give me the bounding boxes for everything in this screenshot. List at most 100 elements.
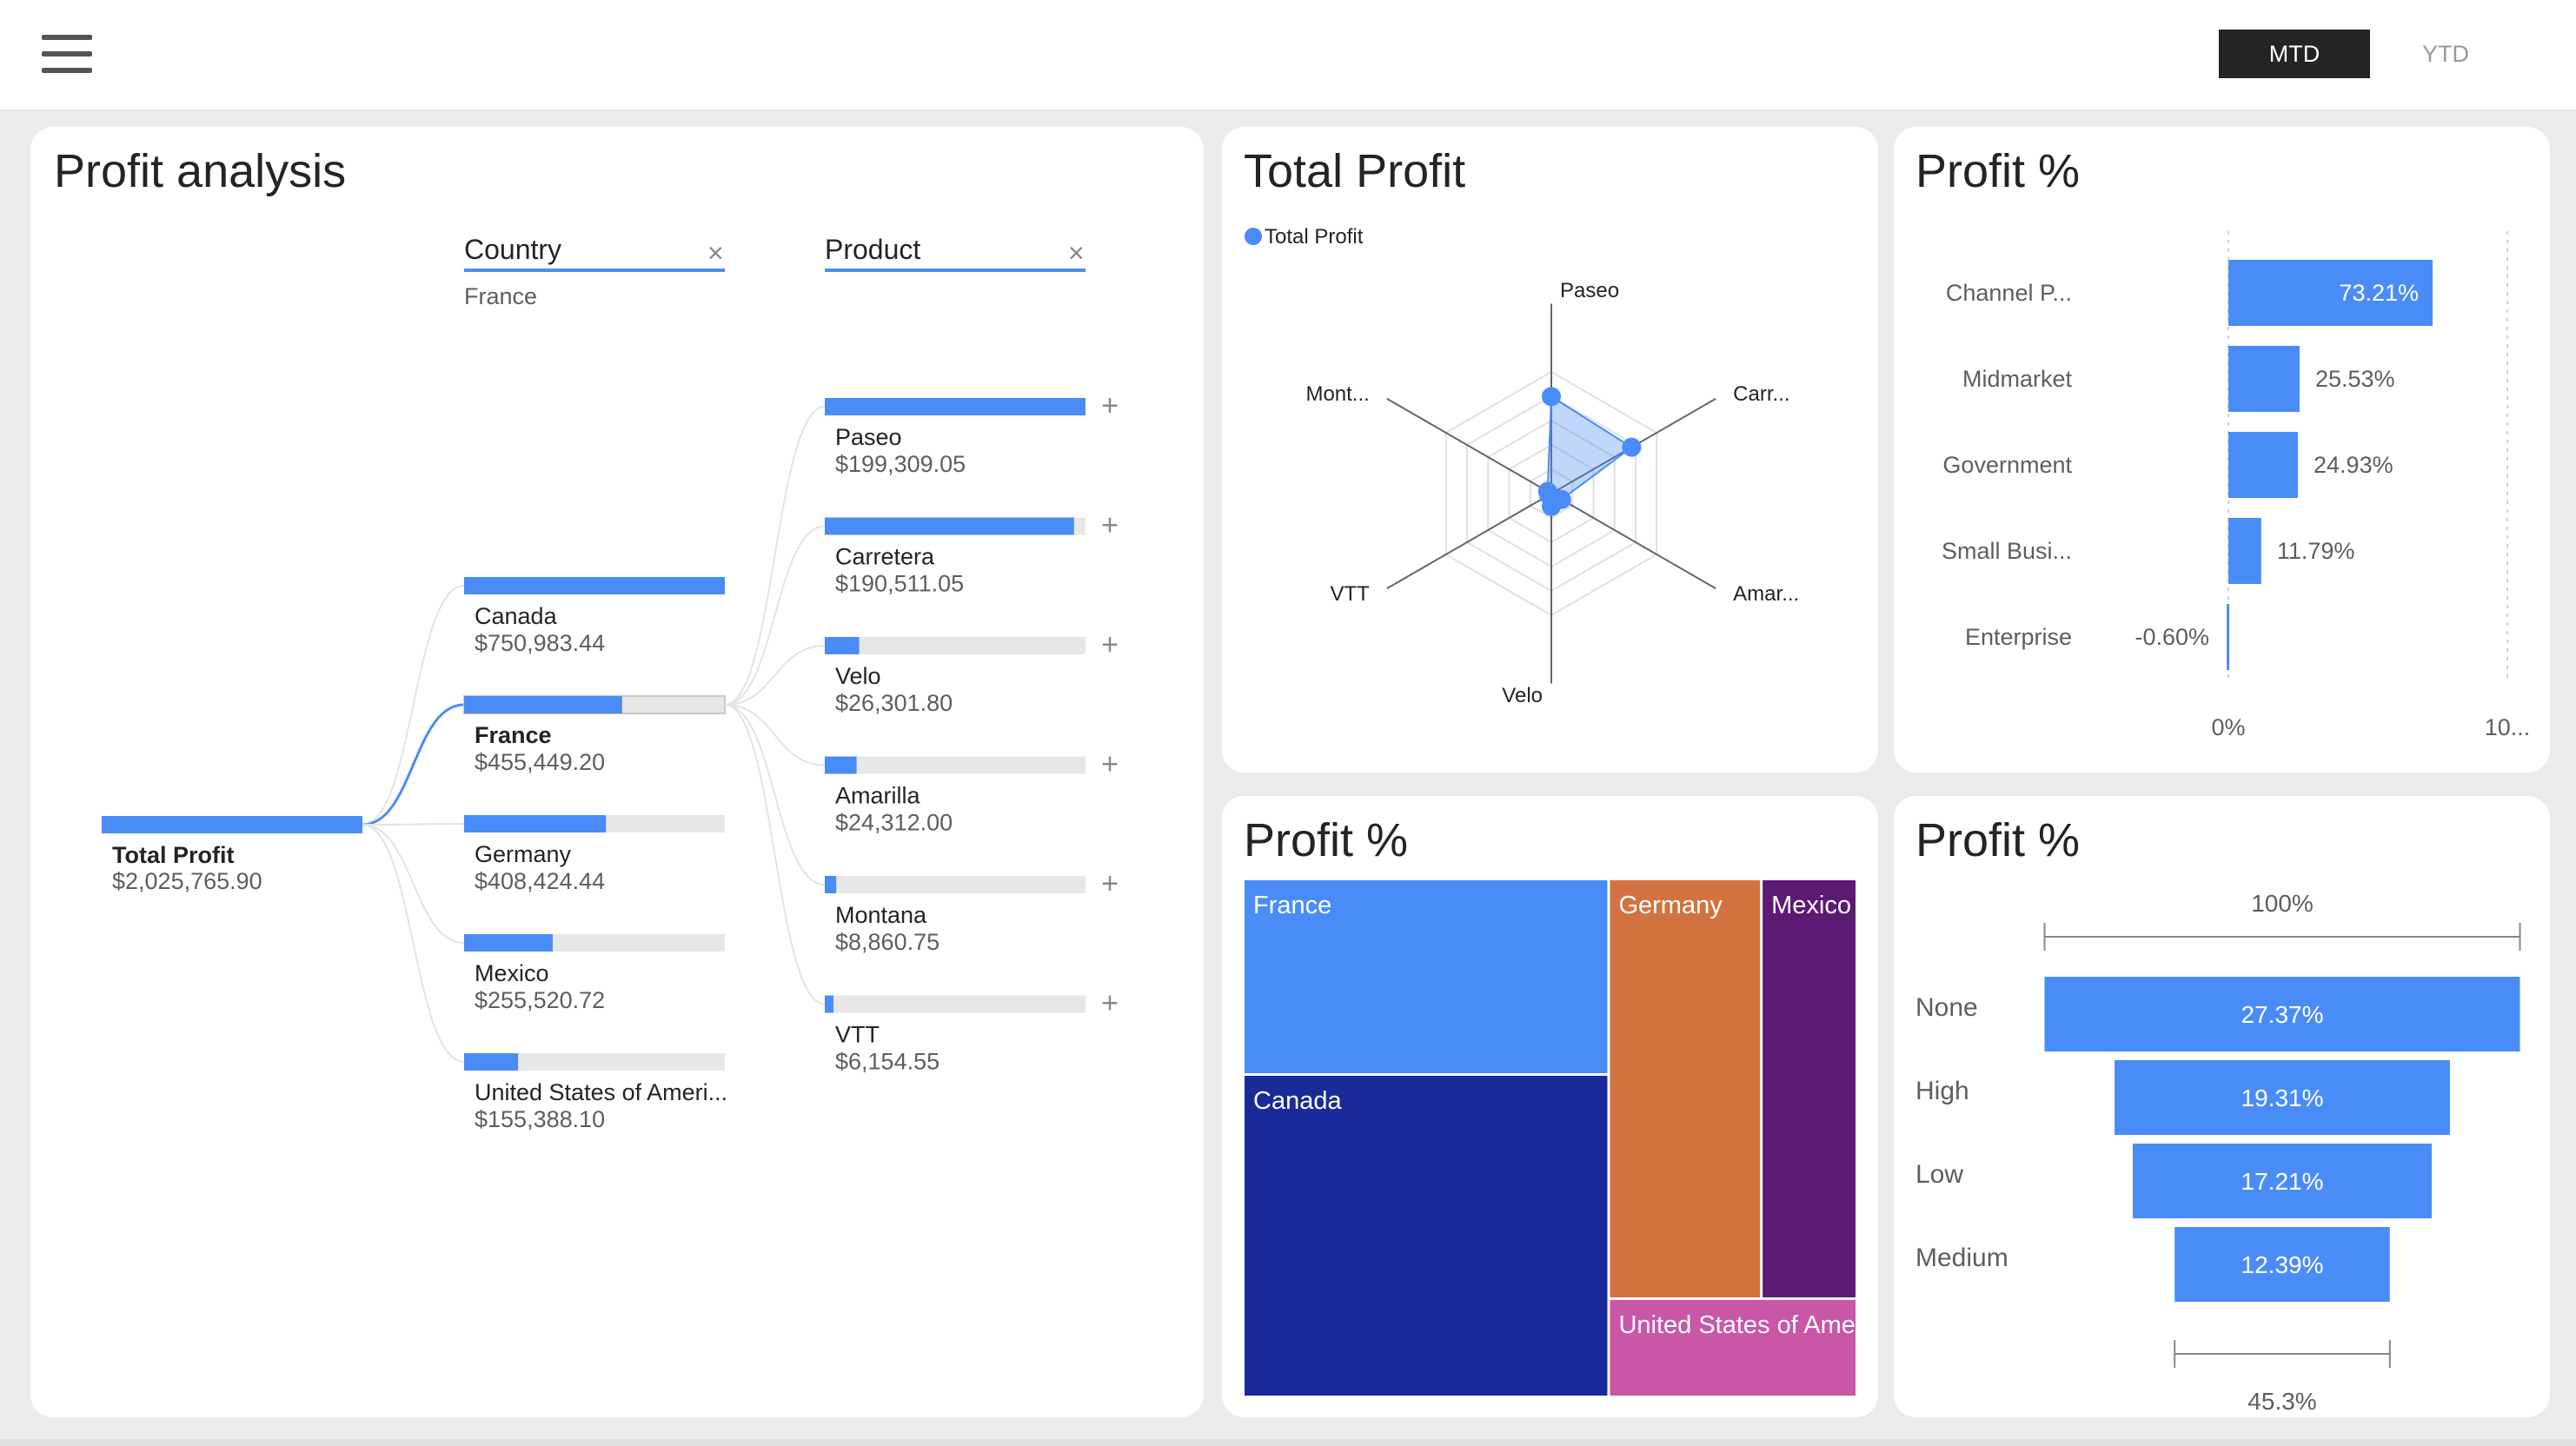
product-label: Velo: [835, 663, 881, 689]
treemap-tile-label: Germany: [1618, 892, 1723, 919]
funnel-bar-label: 27.37%: [2241, 1001, 2324, 1028]
country-header-label: Country: [464, 234, 561, 265]
funnel-bar-label: 12.39%: [2241, 1251, 2324, 1278]
root-value: $2,025,765.90: [112, 868, 262, 894]
bar[interactable]: [2228, 518, 2261, 584]
expand-plus-icon[interactable]: +: [1101, 509, 1119, 542]
product-label: Paseo: [835, 424, 902, 450]
decomposition-tree: Total Profit$2,025,765.90 Country × France P…: [102, 234, 1119, 1132]
profit-analysis-card: Profit analysis Total Profit $2,025,765.9…: [30, 127, 1204, 1417]
radar-point[interactable]: [1622, 437, 1642, 457]
product-value: $8,860.75: [835, 929, 939, 955]
treemap-tile-label: France: [1253, 892, 1331, 919]
country-connector: [362, 824, 465, 1063]
country-value: $255,520.72: [475, 987, 605, 1013]
country-label: France: [475, 722, 552, 748]
product-bar[interactable]: [825, 995, 833, 1013]
product-value: $26,301.80: [835, 690, 953, 716]
funnel-bar-label: 17.21%: [2241, 1168, 2324, 1195]
radar-point[interactable]: [1542, 387, 1561, 407]
bottom-strip: [0, 1439, 2576, 1446]
bar-chart: Channel P... 73.21% Midmarket 25.53% Governm…: [1942, 231, 2531, 740]
product-connector: [724, 704, 826, 766]
product-connector: [724, 406, 826, 706]
funnel-category-label: None: [1915, 993, 1978, 1022]
product-bar-track[interactable]: [825, 637, 1086, 654]
funnel-category-label: High: [1915, 1077, 1969, 1105]
treemap-tile[interactable]: [1610, 880, 1761, 1297]
radar-axis-label: Mont...: [1305, 382, 1369, 406]
top-bar: MTD YTD: [0, 0, 2576, 110]
x-axis-min-label: 0%: [2211, 714, 2245, 740]
profit-pct-bar-card: Profit % Channel P... 73.21% Midmarket 25.5…: [1894, 127, 2550, 773]
product-label: Montana: [835, 902, 927, 928]
treemap-tile[interactable]: [1763, 880, 1856, 1297]
country-header-close-icon[interactable]: ×: [707, 237, 724, 269]
product-bar[interactable]: [825, 756, 857, 774]
country-bar[interactable]: [464, 1053, 519, 1071]
mtd-button[interactable]: MTD: [2219, 30, 2370, 78]
country-value: $455,449.20: [475, 749, 605, 775]
product-label: Carretera: [835, 544, 935, 570]
product-header-close-icon[interactable]: ×: [1068, 237, 1085, 269]
bar-category-label: Midmarket: [1962, 366, 2073, 392]
bar[interactable]: [2228, 432, 2299, 498]
expand-plus-icon[interactable]: +: [1101, 748, 1119, 781]
total-profit-radar-card: Total Profit Total Profit Paseo Carr... Ama…: [1222, 127, 1878, 773]
legend-marker: [1245, 228, 1262, 245]
expand-plus-icon[interactable]: +: [1101, 867, 1119, 900]
product-label: Amarilla: [835, 783, 921, 809]
radar-axis: [1386, 397, 1552, 494]
radar-series-area: [1546, 395, 1634, 508]
radar-chart: Total Profit Paseo Carr... Amar... Velo VTT Mo…: [1245, 225, 1799, 707]
product-header-label: Product: [825, 234, 920, 265]
hamburger-menu-icon[interactable]: [42, 35, 92, 75]
country-bar[interactable]: [464, 934, 553, 952]
bar-value-label: 25.53%: [2315, 366, 2395, 392]
radar-axis-label: Paseo: [1560, 279, 1619, 302]
product-bar[interactable]: [825, 637, 860, 654]
product-connector: [724, 645, 826, 706]
bar[interactable]: [2228, 346, 2300, 412]
country-bar[interactable]: [464, 696, 622, 713]
country-bar[interactable]: [464, 577, 725, 594]
funnel-bottom-label: 45.3%: [2247, 1388, 2316, 1415]
country-connector: [362, 703, 465, 826]
radar-axis-label: Velo: [1502, 684, 1543, 707]
legend-label: Total Profit: [1265, 225, 1364, 249]
expand-plus-icon[interactable]: +: [1101, 628, 1119, 661]
country-header-filter-value: France: [464, 283, 537, 309]
funnel-top-label: 100%: [2251, 890, 2314, 917]
expand-plus-icon[interactable]: +: [1101, 987, 1119, 1020]
product-bar-track[interactable]: [825, 876, 1086, 893]
country-label: Germany: [475, 841, 572, 867]
funnel-category-label: Low: [1915, 1160, 1963, 1189]
product-bar-track[interactable]: [825, 995, 1086, 1013]
product-bar-track[interactable]: [825, 756, 1086, 774]
bar-category-label: Government: [1942, 452, 2072, 478]
x-axis-max-label: 10...: [2485, 714, 2531, 740]
profit-pct-funnel-card: Profit % 100% 27.37% None 19.31% High 17.21% L…: [1894, 796, 2550, 1417]
root-bar[interactable]: [102, 816, 362, 833]
product-bar[interactable]: [825, 398, 1086, 415]
product-bar[interactable]: [825, 876, 837, 893]
treemap-tile[interactable]: [1245, 1075, 1608, 1396]
bar-value-label: 73.21%: [2339, 280, 2419, 306]
product-bar[interactable]: [825, 517, 1074, 535]
bar-value-label: -0.60%: [2135, 624, 2210, 650]
treemap-tile-label: Mexico: [1771, 892, 1851, 919]
country-label: Canada: [475, 603, 558, 629]
expand-plus-icon[interactable]: +: [1101, 389, 1119, 422]
country-value: $750,983.44: [475, 630, 605, 656]
root-label: Total Profit: [112, 842, 234, 868]
radar-axis-label: VTT: [1330, 582, 1370, 606]
radar-axis: [1386, 493, 1552, 590]
radar-axis-label: Amar...: [1733, 582, 1799, 606]
country-connector: [362, 824, 465, 944]
ytd-button[interactable]: YTD: [2370, 30, 2521, 78]
bar[interactable]: [2227, 604, 2230, 670]
product-connector: [724, 704, 826, 1005]
product-value: $190,511.05: [835, 571, 964, 597]
country-bar[interactable]: [464, 815, 607, 832]
radar-point[interactable]: [1537, 481, 1557, 501]
